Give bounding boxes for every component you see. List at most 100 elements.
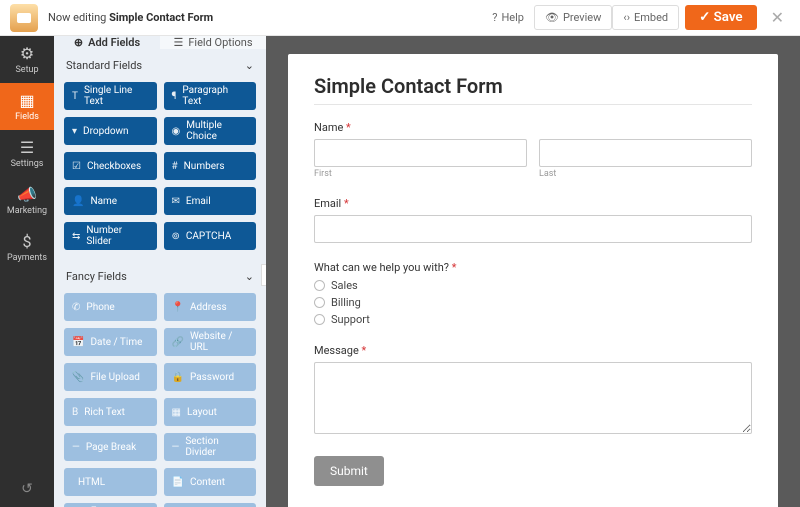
form-title: Simple Contact Form	[314, 74, 752, 98]
nav-setup[interactable]: ⚙Setup	[0, 36, 54, 83]
first-sublabel: First	[314, 169, 527, 179]
preview-button[interactable]: 👁Preview	[534, 5, 612, 30]
app-logo	[10, 4, 38, 32]
close-button[interactable]: ✕	[765, 8, 790, 27]
fields-panel: ⊕Add Fields ☰Field Options Standard Fiel…	[54, 36, 266, 507]
revisions-button[interactable]: ↺	[21, 481, 33, 497]
megaphone-icon: 📣	[0, 185, 54, 204]
embed-button[interactable]: ‹›Embed	[612, 5, 679, 30]
field-icon: ✉	[172, 196, 180, 207]
option-sales[interactable]: Sales	[314, 279, 752, 292]
check-icon: ✓	[699, 10, 713, 25]
field-icon: ▾	[72, 126, 77, 137]
nav-fields[interactable]: ▦Fields	[0, 83, 54, 130]
message-field[interactable]: Message *	[314, 344, 752, 438]
field-icon: 📅	[72, 337, 84, 348]
help-link[interactable]: ?Help	[482, 6, 534, 29]
standard-fields-header[interactable]: Standard Fields⌄	[54, 49, 266, 82]
field-icon: 📍	[172, 302, 184, 313]
field-password[interactable]: 🔒Password	[164, 363, 257, 391]
field-captcha[interactable]: ⊚CAPTCHA	[164, 222, 257, 250]
radio-icon	[314, 297, 325, 308]
field-html[interactable]: HTML	[64, 468, 157, 496]
save-button[interactable]: ✓ Save	[685, 5, 756, 30]
tab-add-fields[interactable]: ⊕Add Fields	[54, 36, 160, 49]
history-icon: ↺	[21, 481, 33, 497]
standard-fields-grid: TSingle Line Text¶Paragraph Text▾Dropdow…	[54, 82, 266, 260]
left-nav: ⚙Setup ▦Fields ☰Settings 📣Marketing $Pay…	[0, 36, 54, 507]
option-billing[interactable]: Billing	[314, 296, 752, 309]
field-address[interactable]: 📍Address	[164, 293, 257, 321]
form-canvas: Simple Contact Form Name * First Last Em…	[266, 36, 800, 507]
sliders-icon: ☰	[0, 138, 54, 157]
last-sublabel: Last	[539, 169, 752, 179]
fancy-fields-header[interactable]: Fancy Fields⌄	[54, 260, 266, 293]
topbar: Now editing Simple Contact Form ?Help 👁P…	[0, 0, 800, 36]
field-icon: 👤	[72, 196, 84, 207]
field-icon: 📄	[172, 477, 184, 488]
message-textarea[interactable]	[314, 362, 752, 434]
editing-label: Now editing Simple Contact Form	[48, 11, 482, 24]
nav-payments[interactable]: $Payments	[0, 224, 54, 271]
field-layout[interactable]: ▦Layout	[164, 398, 257, 426]
field-icon: —	[72, 442, 80, 453]
field-website-url[interactable]: 🔗Website / URL	[164, 328, 257, 356]
first-name-input[interactable]	[314, 139, 527, 167]
collapse-panel-button[interactable]: ‹	[261, 264, 266, 286]
nav-marketing[interactable]: 📣Marketing	[0, 177, 54, 224]
field-icon: 🔗	[172, 337, 184, 348]
fancy-fields-grid: ✆Phone📍Address📅Date / Time🔗Website / URL…	[54, 293, 266, 507]
tab-field-options[interactable]: ☰Field Options	[160, 36, 266, 49]
help-field[interactable]: What can we help you with? * SalesBillin…	[314, 261, 752, 326]
field-phone[interactable]: ✆Phone	[64, 293, 157, 321]
field-icon: T	[72, 91, 78, 102]
code-icon: ‹›	[623, 11, 630, 24]
gear-icon: ⚙	[0, 44, 54, 63]
name-field[interactable]: Name * First Last	[314, 121, 752, 179]
submit-button[interactable]: Submit	[314, 456, 384, 486]
email-input[interactable]	[314, 215, 752, 243]
chevron-down-icon: ⌄	[245, 59, 254, 72]
dollar-icon: $	[0, 232, 54, 251]
field-icon: #	[172, 161, 178, 172]
radio-icon	[314, 314, 325, 325]
field-numbers[interactable]: #Numbers	[164, 152, 257, 180]
radio-icon	[314, 280, 325, 291]
field-page-break[interactable]: —Page Break	[64, 433, 157, 461]
field-number-slider[interactable]: ⇆Number Slider	[64, 222, 157, 250]
field-file-upload[interactable]: 📎File Upload	[64, 363, 157, 391]
field-paragraph-text[interactable]: ¶Paragraph Text	[164, 82, 257, 110]
field-name[interactable]: 👤Name	[64, 187, 157, 215]
plus-icon: ⊕	[74, 36, 83, 49]
title-divider	[314, 104, 752, 105]
list-icon: ▦	[0, 91, 54, 110]
field-date-time[interactable]: 📅Date / Time	[64, 328, 157, 356]
sliders-icon: ☰	[173, 36, 183, 49]
field-content[interactable]: 📄Content	[164, 468, 257, 496]
field-rich-text[interactable]: BRich Text	[64, 398, 157, 426]
field-entry-preview[interactable]: 👁Entry Preview	[64, 503, 157, 507]
email-field[interactable]: Email *	[314, 197, 752, 243]
field-icon: B	[72, 407, 78, 418]
nav-settings[interactable]: ☰Settings	[0, 130, 54, 177]
field-rating[interactable]: ★Rating	[164, 503, 257, 507]
field-icon: 📎	[72, 372, 84, 383]
field-icon: —	[172, 442, 180, 453]
chevron-down-icon: ⌄	[245, 270, 254, 283]
option-support[interactable]: Support	[314, 313, 752, 326]
field-icon: ⇆	[72, 231, 80, 242]
field-section-divider[interactable]: —Section Divider	[164, 433, 257, 461]
field-icon: ▦	[172, 407, 181, 418]
help-icon: ?	[492, 11, 497, 24]
field-icon: ✆	[72, 302, 80, 313]
last-name-input[interactable]	[539, 139, 752, 167]
field-icon: ◉	[172, 126, 181, 137]
field-icon: ☑	[72, 161, 81, 172]
field-multiple-choice[interactable]: ◉Multiple Choice	[164, 117, 257, 145]
field-dropdown[interactable]: ▾Dropdown	[64, 117, 157, 145]
form-preview: Simple Contact Form Name * First Last Em…	[288, 54, 778, 507]
field-single-line-text[interactable]: TSingle Line Text	[64, 82, 157, 110]
field-icon: ⊚	[172, 231, 180, 242]
field-checkboxes[interactable]: ☑Checkboxes	[64, 152, 157, 180]
field-email[interactable]: ✉Email	[164, 187, 257, 215]
